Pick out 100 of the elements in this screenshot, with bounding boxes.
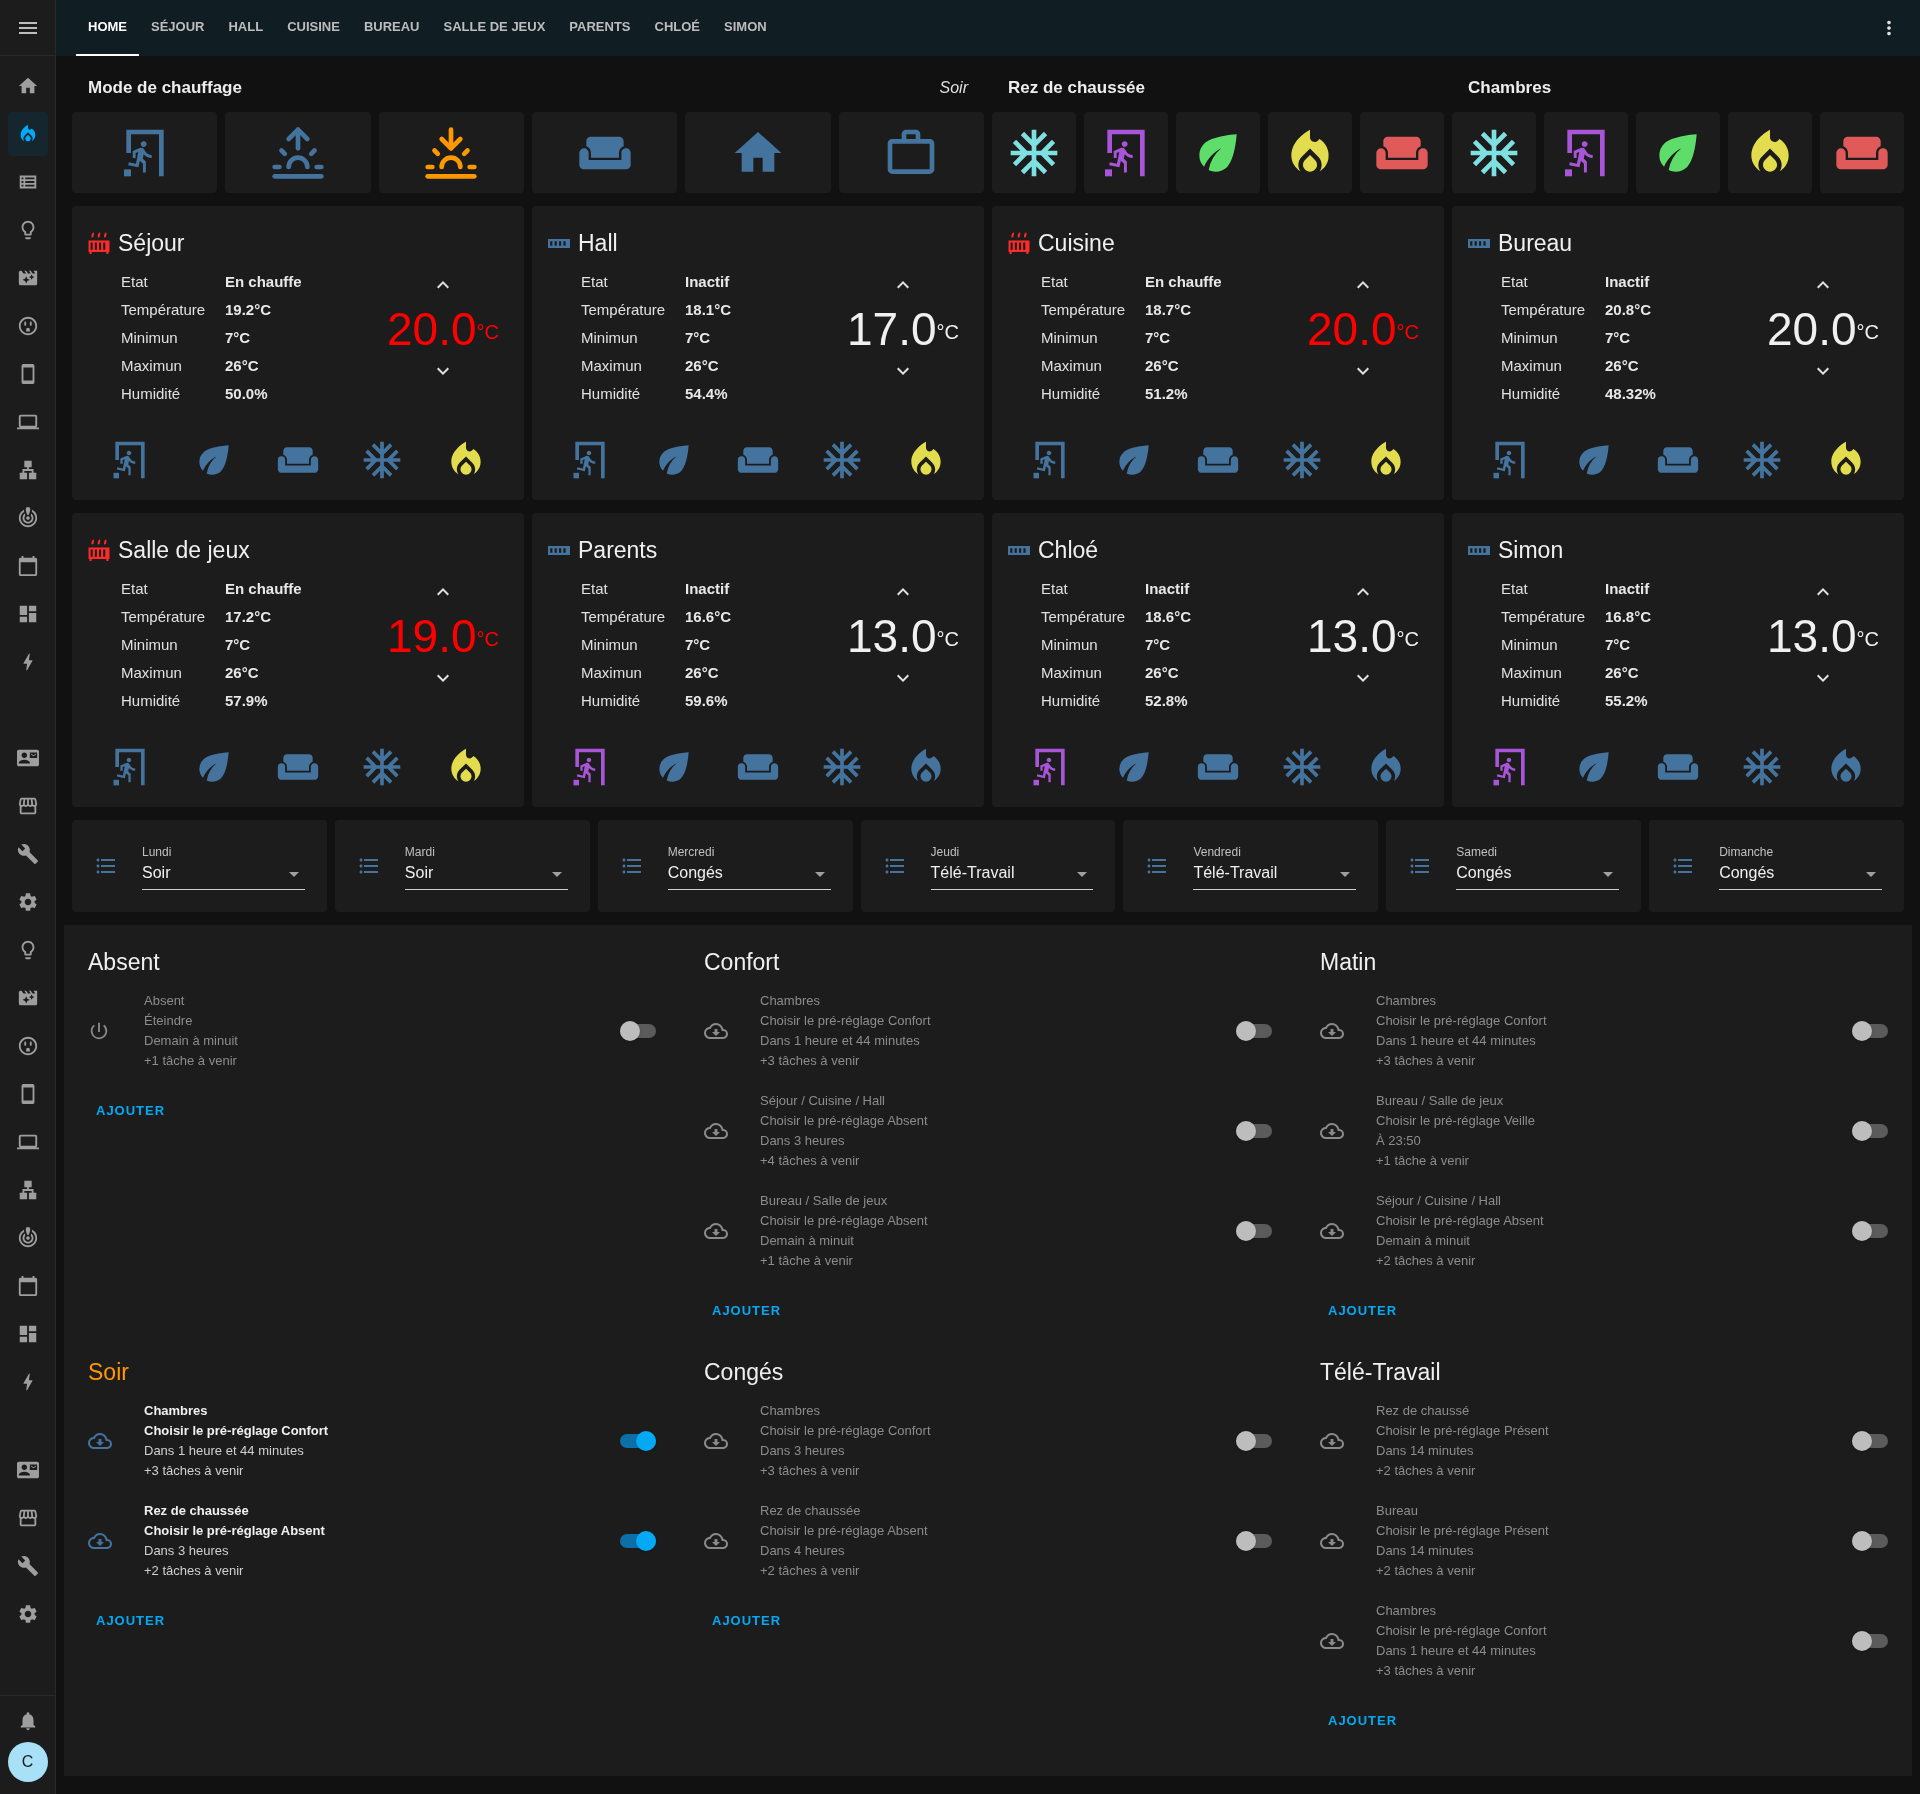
temperature-unit: °C [476, 320, 499, 343]
nav-tab[interactable]: SIMON [712, 0, 779, 56]
nav-tab[interactable]: CHLOÉ [642, 0, 712, 56]
day-select-field[interactable]: Dimanche Congés [1719, 842, 1882, 890]
toggle-switch[interactable] [1236, 1124, 1272, 1138]
dropdown-caret-icon [551, 871, 562, 877]
schedule-entry[interactable]: Absent Éteindre Demain à minuit +1 tâche à venir [88, 991, 656, 1071]
mode-button[interactable] [378, 112, 524, 193]
toggle-switch[interactable] [1236, 1024, 1272, 1038]
room-title: Parents [578, 536, 658, 565]
sunset-icon [423, 124, 480, 181]
mode-button[interactable] [1176, 112, 1260, 193]
nav-tab[interactable]: PARENTS [557, 0, 643, 56]
mode-button[interactable] [992, 112, 1076, 193]
schedule-entry[interactable]: Séjour / Cuisine / Hall Choisir le pré-réglage Absent Demain à minuit +2 tâches à venir [1320, 1191, 1888, 1271]
attribute-label: Température [121, 606, 207, 627]
attribute-label: Minimun [581, 327, 639, 348]
day-select-field[interactable]: Vendredi Télé-Travail [1193, 842, 1357, 890]
day-select-field[interactable]: Samedi Congés [1456, 842, 1620, 890]
target-temperature: 17.0 [847, 302, 937, 355]
attribute-value: 26°C [1605, 662, 1640, 683]
entry-text: Demain à minuit [1376, 1232, 1471, 1250]
section-title: Rez de chaussée [1008, 77, 1145, 100]
attribute-value: 16.8°C [1605, 606, 1653, 627]
mode-button[interactable] [1452, 112, 1536, 193]
nav-tab[interactable]: SALLE DE JEUX [431, 0, 558, 56]
day-select-field[interactable]: Jeudi Télé-Travail [930, 842, 1094, 890]
day-select-field[interactable]: Mardi Soir [404, 842, 568, 890]
schedule-entry[interactable]: Chambres Choisir le pré-réglage Confort Dans 1 heure et 44 minutes +3 tâches à venir [1320, 991, 1888, 1071]
toggle-switch[interactable] [1852, 1433, 1888, 1448]
add-button[interactable]: AJOUTER [1320, 1297, 1406, 1325]
mode-button[interactable] [1728, 112, 1812, 193]
entry-text: +1 tâche à venir [760, 1252, 854, 1270]
target-temperature: 20.0 [1767, 302, 1857, 355]
toggle-switch[interactable] [1236, 1433, 1272, 1448]
attribute-label: Température [581, 606, 667, 627]
room-title: Cuisine [1038, 229, 1115, 258]
schedule-entry[interactable]: Chambres Choisir le pré-réglage Confort Dans 1 heure et 44 minutes +3 tâches à venir [1320, 1600, 1888, 1681]
schedule-entry[interactable]: Bureau / Salle de jeux Choisir le pré-réglage Absent Demain à minuit +1 tâche à venir [704, 1191, 1272, 1271]
schedule-entry[interactable]: Chambres Choisir le pré-réglage Confort Dans 1 heure et 44 minutes +3 tâches à venir [88, 1400, 656, 1481]
target-temperature: 20.0 [1307, 302, 1397, 355]
entry-text: Chambres [1376, 1601, 1437, 1620]
toggle-switch[interactable] [1852, 1224, 1888, 1238]
attribute-value: 26°C [225, 355, 260, 376]
nav-tab[interactable]: HOME [76, 0, 139, 56]
schedule-entry[interactable]: Séjour / Cuisine / Hall Choisir le pré-réglage Absent Dans 3 heures +4 tâches à venir [704, 1091, 1272, 1171]
toggle-switch[interactable] [620, 1024, 656, 1038]
toggle-switch[interactable] [1852, 1124, 1888, 1138]
nav-tab[interactable]: CUISINE [275, 0, 352, 56]
add-button[interactable]: AJOUTER [1320, 1706, 1406, 1734]
section-title: Chambres [1468, 77, 1552, 100]
attribute-label: Maximun [581, 662, 643, 683]
entry-text: +2 tâches à venir [1376, 1561, 1477, 1580]
schedule-title: Matin [1320, 948, 1378, 977]
user-avatar[interactable]: C [7, 1742, 48, 1782]
toggle-switch[interactable] [620, 1433, 656, 1448]
nav-tab[interactable]: BUREAU [351, 0, 432, 56]
attribute-label: Etat [1041, 271, 1069, 292]
attribute-label: Maximun [581, 355, 643, 376]
sidebar-item[interactable] [7, 112, 48, 156]
current-mode: Soir [939, 78, 968, 98]
day-select-field[interactable]: Mercredi Congés [667, 842, 831, 890]
entry-text: +3 tâches à venir [1376, 1052, 1477, 1070]
field-value: Soir [142, 862, 172, 883]
schedule-entry[interactable]: Bureau Choisir le pré-réglage Présent Dans 14 minutes +2 tâches à venir [1320, 1500, 1888, 1581]
add-button[interactable]: AJOUTER [88, 1606, 174, 1634]
add-button[interactable]: AJOUTER [704, 1606, 790, 1634]
toggle-switch[interactable] [1852, 1633, 1888, 1648]
field-value: Congés [1456, 862, 1513, 883]
toggle-switch[interactable] [1236, 1533, 1272, 1548]
mode-button[interactable] [1636, 112, 1720, 193]
temperature-unit: °C [936, 627, 959, 650]
schedule-entry[interactable]: Chambres Choisir le pré-réglage Confort Dans 1 heure et 44 minutes +3 tâches à venir [704, 991, 1272, 1071]
add-button[interactable]: AJOUTER [704, 1297, 790, 1325]
power-icon [88, 1020, 110, 1042]
attribute-label: Température [1501, 299, 1587, 320]
dropdown-caret-icon [1603, 871, 1614, 877]
toggle-switch[interactable] [1236, 1224, 1272, 1238]
schedule-entry[interactable]: Chambres Choisir le pré-réglage Confort Dans 3 heures +3 tâches à venir [704, 1400, 1272, 1481]
day-select-field[interactable]: Lundi Soir [142, 842, 305, 890]
nav-tab[interactable]: SÉJOUR [139, 0, 217, 56]
field-label: Vendredi [1193, 843, 1242, 861]
schedule-entry[interactable]: Rez de chaussé Choisir le pré-réglage Présent Dans 14 minutes +2 tâches à venir [1320, 1400, 1888, 1481]
schedule-entry[interactable]: Rez de chaussée Choisir le pré-réglage Absent Dans 3 heures +2 tâches à venir [88, 1500, 656, 1581]
schedule-entry[interactable]: Bureau / Salle de jeux Choisir le pré-réglage Veille À 23:50 +1 tâche à venir [1320, 1091, 1888, 1171]
attribute-label: Température [1041, 299, 1127, 320]
add-button[interactable]: AJOUTER [88, 1097, 174, 1125]
entry-text: Choisir le pré-réglage Confort [144, 1421, 330, 1440]
toggle-switch[interactable] [1852, 1024, 1888, 1038]
attribute-value: 26°C [1605, 355, 1640, 376]
attribute-value: 59.6% [685, 690, 729, 711]
room-title: Simon [1498, 536, 1564, 565]
store-icon [16, 795, 39, 817]
mode-button[interactable] [1268, 112, 1352, 193]
toggle-switch[interactable] [620, 1533, 656, 1548]
schedule-entry[interactable]: Rez de chaussée Choisir le pré-réglage Absent Dans 4 heures +2 tâches à venir [704, 1500, 1272, 1581]
attribute-value: 57.9% [225, 690, 269, 711]
nav-tab[interactable]: HALL [216, 0, 276, 56]
toggle-switch[interactable] [1852, 1533, 1888, 1548]
attribute-label: Etat [581, 578, 609, 599]
